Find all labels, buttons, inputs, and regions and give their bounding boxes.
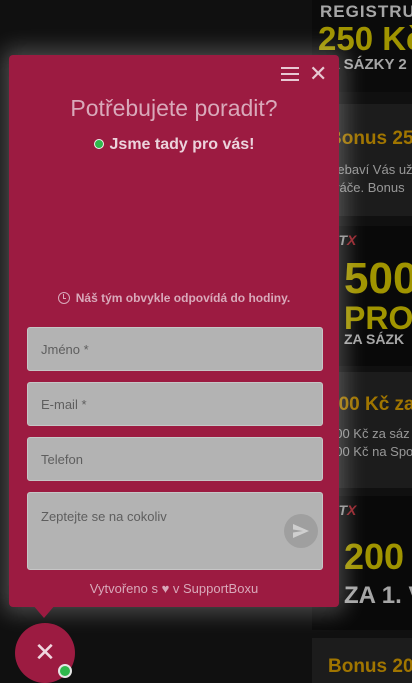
online-dot-icon (93, 139, 104, 149)
chat-launcher-button[interactable]: ✕ (15, 623, 75, 683)
close-icon: ✕ (34, 637, 56, 667)
send-icon (293, 524, 309, 538)
menu-icon[interactable] (281, 67, 299, 81)
response-time-note: Náš tým obvykle odpovídá do hodiny. (9, 291, 339, 305)
chat-tail (32, 604, 56, 618)
powered-by[interactable]: Vytvořeno s ♥ v SupportBoxu (9, 581, 339, 596)
chat-title: Potřebujete poradit? (70, 95, 278, 121)
clock-icon (57, 292, 70, 304)
response-time-text: Náš tým obvykle odpovídá do hodiny. (75, 291, 291, 305)
send-button[interactable] (284, 514, 318, 548)
name-field[interactable] (27, 327, 323, 371)
chat-widget: ✕ Potřebujete poradit? Jsme tady pro vás… (9, 55, 339, 607)
online-status: Jsme tady pro vás! (9, 136, 339, 154)
phone-field[interactable] (27, 437, 323, 481)
online-status-text: Jsme tady pro vás! (109, 136, 255, 153)
message-field[interactable] (27, 492, 323, 570)
email-field[interactable] (27, 382, 323, 426)
online-dot-icon (58, 664, 72, 678)
close-icon[interactable]: ✕ (309, 63, 327, 85)
